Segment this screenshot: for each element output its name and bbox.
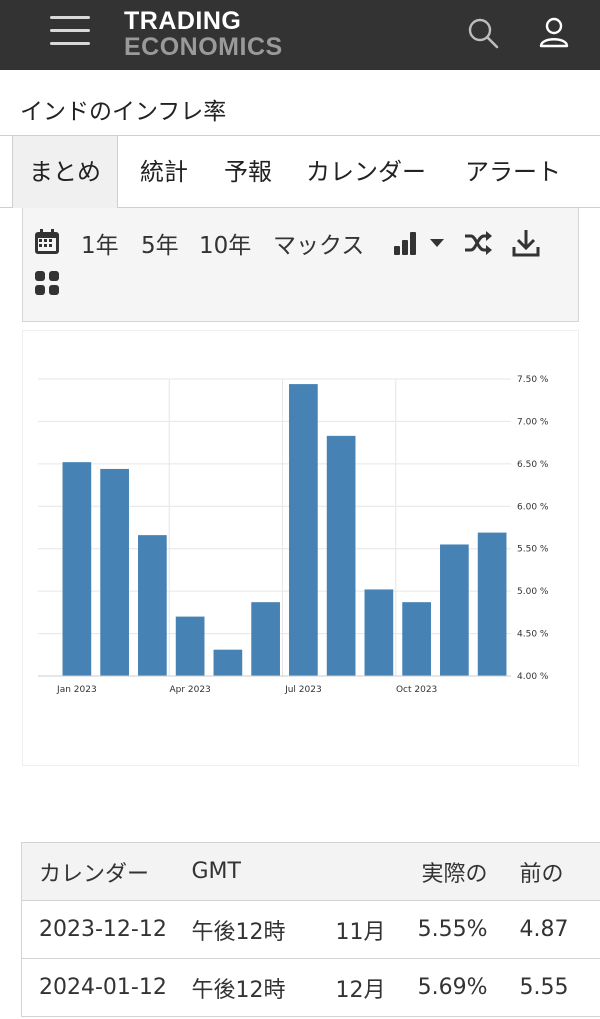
logo-line-trading: TRADING [124,7,242,35]
bar-aug-2023 [326,435,356,676]
row-previous: 4.87 [491,900,600,959]
bar-sep-2023 [364,589,394,676]
bar-dec-2023 [477,532,507,676]
table-row[interactable]: 2024-01-12 午後12時 12月 5.69% 5.55 [21,958,600,1017]
bar-chart-icon[interactable] [393,230,419,256]
y-tick-label: 4.00 % [517,672,549,682]
row-time: 午後12時 [191,900,322,959]
tab-calendar[interactable]: カレンダー [306,136,426,208]
header-reference [321,842,392,901]
x-tick-label: Jan 2023 [56,685,97,695]
tab-summary[interactable]: まとめ [12,136,118,208]
y-tick-label: 6.00 % [517,502,549,512]
shuffle-icon[interactable] [463,229,493,257]
header-previous[interactable]: 前の [491,842,600,901]
header-calendar[interactable]: カレンダー [21,842,192,901]
x-tick-label: Apr 2023 [169,685,210,695]
calendar-table: カレンダー GMT 実際の 前の 2023-12-12 午後12時 11月 5.… [21,842,600,1017]
y-tick-label: 7.50 % [517,375,549,385]
row-reference: 11月 [321,900,392,959]
row-reference: 12月 [321,958,392,1017]
bar-may-2023 [213,649,243,676]
tab-forecast[interactable]: 予報 [224,136,272,208]
row-date: 2023-12-12 [21,900,192,959]
y-tick-label: 7.00 % [517,417,549,427]
dropdown-caret-icon[interactable] [429,238,445,248]
search-icon[interactable] [466,16,500,50]
bar-oct-2023 [402,602,431,676]
range-1y-button[interactable]: 1年 [81,226,119,260]
page-title: インドのインフレ率 [20,99,227,125]
header-gmt[interactable]: GMT [191,842,322,901]
calendar-icon[interactable] [33,228,61,256]
row-actual: 5.69% [391,958,492,1017]
top-navigation-bar: TRADING ECONOMICS [0,0,600,70]
range-10y-button[interactable]: 10年 [199,226,251,260]
row-previous: 5.55 [491,958,600,1017]
y-tick-label: 4.50 % [517,630,549,640]
header-actual[interactable]: 実際の [391,842,492,901]
chart-svg: 7.50 % 7.00 % 6.50 % 6.00 % 5.50 % 5.00 % 4.50… [38,375,549,695]
chart-toolbar: 1年 5年 10年 マックス [22,208,579,322]
section-tabs: まとめ 統計 予報 カレンダー アラート [0,135,600,208]
bar-mar-2023 [138,535,167,676]
row-time: 午後12時 [191,958,322,1017]
table-header-row: カレンダー GMT 実際の 前の [21,842,600,901]
user-icon[interactable] [537,16,571,50]
y-tick-label: 5.00 % [517,587,549,597]
bar-jul-2023 [289,384,318,676]
range-max-button[interactable]: マックス [273,226,364,260]
bar-jun-2023 [251,602,280,676]
range-5y-button[interactable]: 5年 [141,226,179,260]
table-row[interactable]: 2023-12-12 午後12時 11月 5.55% 4.87 [21,900,600,959]
inflation-bar-chart: 7.50 % 7.00 % 6.50 % 6.00 % 5.50 % 5.00 % 4.50… [22,330,579,766]
tab-statistics[interactable]: 統計 [140,136,188,208]
hamburger-menu-icon[interactable] [50,15,90,47]
row-date: 2024-01-12 [21,958,192,1017]
logo-line-economics: ECONOMICS [124,33,283,61]
bar-nov-2023 [440,544,469,676]
x-tick-label: Jul 2023 [284,685,322,695]
download-icon[interactable] [511,228,541,258]
tab-alerts[interactable]: アラート [465,136,561,208]
trading-economics-logo[interactable]: TRADING ECONOMICS [124,9,283,60]
bar-apr-2023 [175,616,205,676]
y-tick-label: 6.50 % [517,460,549,470]
bar-jan-2023 [62,462,92,676]
grid-icon[interactable] [34,270,60,296]
x-tick-label: Oct 2023 [396,685,437,695]
row-actual: 5.55% [391,900,492,959]
y-tick-label: 5.50 % [517,545,549,555]
bar-feb-2023 [100,468,129,676]
